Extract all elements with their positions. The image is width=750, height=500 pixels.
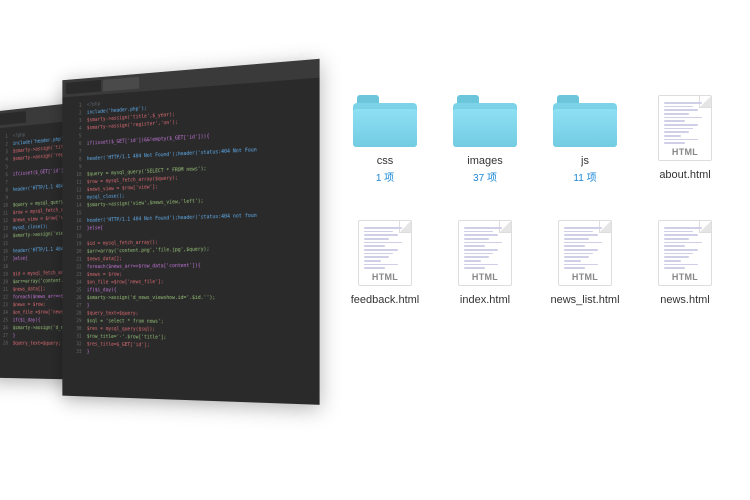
folder-item[interactable]: js 11 项 (540, 95, 630, 184)
code-editor-front: 1<?php2include('header.php');3$smarty->a… (62, 59, 319, 405)
editor-tab[interactable] (66, 80, 101, 94)
item-name: css (377, 155, 394, 167)
item-name: about.html (659, 169, 710, 181)
item-count: 1 项 (376, 169, 394, 184)
file-badge: HTML (659, 147, 711, 157)
folder-icon (553, 95, 617, 147)
file-item[interactable]: HTML feedback.html (340, 220, 430, 306)
editor-body: 1<?php2include('header.php');3$smarty->a… (62, 78, 319, 367)
file-badge: HTML (559, 272, 611, 282)
html-file-icon: HTML (558, 220, 612, 286)
file-item[interactable]: HTML about.html (640, 95, 730, 184)
item-name: feedback.html (351, 294, 419, 306)
file-item[interactable]: HTML news_list.html (540, 220, 630, 306)
item-name: images (467, 155, 502, 167)
file-badge: HTML (459, 272, 511, 282)
file-item[interactable]: HTML news.html (640, 220, 730, 306)
item-name: news_list.html (550, 294, 619, 306)
html-file-icon: HTML (458, 220, 512, 286)
html-file-icon: HTML (658, 220, 712, 286)
item-name: js (581, 155, 589, 167)
folder-icon (453, 95, 517, 147)
file-badge: HTML (659, 272, 711, 282)
folder-icon (353, 95, 417, 147)
finder-grid: css1 项images37 项js11 项HTMLabout.htmlHTML… (340, 95, 730, 306)
html-file-icon: HTML (658, 95, 712, 161)
folder-item[interactable]: images 37 项 (440, 95, 530, 184)
file-item[interactable]: HTML index.html (440, 220, 530, 306)
item-count: 37 项 (473, 169, 497, 184)
file-badge: HTML (359, 272, 411, 282)
folder-item[interactable]: css 1 项 (340, 95, 430, 184)
code-editor-group: 1<?php2include('header.php');3$smarty->a… (0, 70, 330, 430)
editor-tab[interactable] (103, 77, 139, 92)
editor-tab[interactable] (0, 111, 26, 126)
item-count: 11 项 (573, 169, 596, 184)
item-name: news.html (660, 294, 710, 306)
html-file-icon: HTML (358, 220, 412, 286)
item-name: index.html (460, 294, 510, 306)
